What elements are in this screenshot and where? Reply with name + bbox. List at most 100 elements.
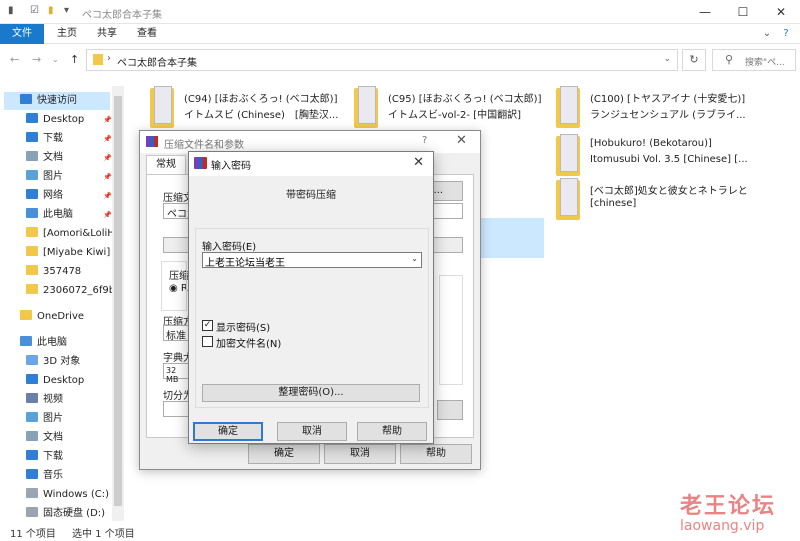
sidebar-item-label: 文档: [43, 432, 63, 443]
chevron-down-icon[interactable]: ⌄: [663, 54, 671, 64]
window-title: ペコ太郎合本子集: [82, 10, 162, 21]
dict-select[interactable]: 32 MB: [163, 363, 189, 384]
pin-icon[interactable]: 📌: [103, 168, 112, 186]
navigation-pane: 快速访问 Desktop 📌 下载 📌 文档 📌 图片 📌 网络 📌 此电脑 📌 [Aomori&Loli…: [0, 86, 124, 521]
cube-icon: [26, 355, 38, 365]
encrypt-names-checkbox[interactable]: [202, 336, 213, 347]
organize-passwords-button[interactable]: 整理密码(O)...: [202, 384, 420, 402]
sidebar-item-label: 视频: [43, 394, 63, 405]
ok-button[interactable]: 确定: [193, 422, 263, 441]
file-item[interactable]: [Hobukuro! (Bekotarou)] Itomusubi Vol. 3.…: [556, 134, 752, 182]
checkbox-icon[interactable]: ☑: [30, 5, 39, 16]
sidebar-item[interactable]: 文档: [20, 429, 112, 447]
forward-icon[interactable]: →: [32, 53, 41, 66]
close-button[interactable]: ✕: [766, 2, 796, 22]
sidebar-item[interactable]: 下载 📌: [20, 130, 112, 148]
folder-icon: [26, 284, 38, 294]
chevron-down-icon[interactable]: ▾: [64, 5, 69, 16]
sidebar-item-label: Desktop: [43, 114, 85, 125]
set-password-button[interactable]: [437, 400, 463, 420]
maximize-button[interactable]: ☐: [728, 2, 758, 22]
close-icon[interactable]: ✕: [456, 133, 467, 148]
sidebar-item-label: 3D 对象: [43, 356, 81, 367]
tab-share[interactable]: 共享: [90, 24, 124, 44]
nav-scrollbar[interactable]: [112, 86, 124, 521]
sidebar-item[interactable]: 视频: [20, 391, 112, 409]
scrollbar-thumb[interactable]: [114, 96, 122, 506]
dict-value: 32 MB: [166, 366, 179, 384]
password-input[interactable]: 上老王论坛当老王 ⌄: [202, 252, 422, 269]
up-icon[interactable]: ↑: [70, 53, 79, 66]
sidebar-item[interactable]: 此电脑: [14, 334, 112, 352]
sidebar-item[interactable]: 2306072_6f9b3: [20, 282, 112, 300]
sidebar-item[interactable]: 此电脑 📌: [20, 206, 112, 224]
sidebar-item[interactable]: 网络 📌: [20, 187, 112, 205]
pin-icon[interactable]: 📌: [103, 130, 112, 148]
file-item[interactable]: (C100) [トヤスアイナ (十安愛七)] ランジュセンシュアル (ラブライ..…: [556, 86, 752, 134]
tab-view[interactable]: 查看: [130, 24, 164, 44]
ribbon-expand-icon[interactable]: ⌄: [760, 24, 774, 44]
back-icon[interactable]: ←: [10, 53, 19, 66]
chevron-down-icon[interactable]: ⌄: [411, 254, 418, 263]
cancel-button[interactable]: 取消: [277, 422, 347, 441]
help-button[interactable]: 帮助: [400, 444, 472, 464]
folder-icon: ▮: [8, 5, 14, 16]
sidebar-item-label: 此电脑: [37, 337, 67, 348]
sidebar-item[interactable]: 3D 对象: [20, 353, 112, 371]
folder-icon: [26, 246, 38, 256]
split-input[interactable]: [163, 401, 189, 417]
sidebar-item-label: [Miyabe Kiwi] F: [43, 247, 112, 258]
file-item[interactable]: [ベコ太郎]処女と彼女とネトラレと [chinese]: [556, 178, 752, 226]
sidebar-item[interactable]: [Aomori&LoliH: [20, 225, 112, 243]
sidebar-item[interactable]: 357478: [20, 263, 112, 281]
address-bar[interactable]: › ペコ太郎合本子集 ⌄: [86, 49, 678, 71]
close-icon[interactable]: ✕: [413, 155, 424, 170]
file-name-line2: [chinese]: [590, 198, 637, 209]
file-item[interactable]: (C94) [ほおぶくろっ! (ベコ太郎)] イトムスビ (Chinese) [胸…: [150, 86, 346, 134]
dialog-title: 输入密码: [211, 161, 251, 172]
sidebar-item[interactable]: 图片: [20, 410, 112, 428]
sidebar-item[interactable]: Desktop: [20, 372, 112, 390]
pin-icon[interactable]: 📌: [103, 206, 112, 224]
ok-button[interactable]: 确定: [248, 444, 320, 464]
help-icon[interactable]: ?: [422, 135, 427, 146]
method-select[interactable]: 标准: [163, 325, 189, 342]
show-password-checkbox[interactable]: ✓: [202, 320, 213, 331]
sidebar-item[interactable]: Windows (C:): [20, 486, 112, 504]
dialog-title: 压缩文件名和参数: [164, 140, 244, 151]
sidebar-item[interactable]: 下载: [20, 448, 112, 466]
sidebar-item[interactable]: [Miyabe Kiwi] F: [20, 244, 112, 262]
recent-chevron-icon[interactable]: ⌄: [52, 55, 59, 64]
cancel-button[interactable]: 取消: [324, 444, 396, 464]
tab-home[interactable]: 主页: [50, 24, 84, 44]
sidebar-item[interactable]: 音乐: [20, 467, 112, 485]
computer-icon: [20, 336, 32, 346]
sidebar-item[interactable]: 快速访问: [4, 92, 110, 110]
sidebar-item[interactable]: OneDrive: [14, 308, 112, 326]
pin-icon[interactable]: 📌: [103, 111, 112, 129]
refresh-button[interactable]: ↻: [682, 49, 706, 71]
search-input[interactable]: ⚲ 搜索"ペ...: [712, 49, 796, 71]
dialog-header: 压缩文件名和参数 ? ✕: [140, 131, 480, 153]
pin-icon[interactable]: 📌: [103, 187, 112, 205]
desktop-icon: [26, 113, 38, 123]
folder-icon[interactable]: ▮: [48, 5, 54, 16]
sidebar-item-label: 此电脑: [43, 209, 73, 220]
watermark: 老王论坛 laowang.vip: [680, 488, 776, 534]
sidebar-item[interactable]: 图片 📌: [20, 168, 112, 186]
tab-general[interactable]: 常规: [146, 155, 186, 175]
pin-icon[interactable]: 📌: [103, 149, 112, 167]
breadcrumb[interactable]: ペコ太郎合本子集: [117, 54, 197, 69]
folder-thumbnail-icon: [556, 134, 580, 176]
help-icon[interactable]: ?: [778, 24, 794, 44]
file-name-line2: イトムスビ (Chinese) [胸垫汉...: [184, 110, 339, 121]
sidebar-item[interactable]: 文档 📌: [20, 149, 112, 167]
sidebar-item[interactable]: Desktop 📌: [20, 111, 112, 129]
file-item[interactable]: (C95) [ほおぶくろっ! (ベコ太郎)] イトムスビ-vol-2- [中国翻訳…: [354, 86, 550, 134]
folder-thumbnail-icon: [354, 86, 378, 128]
winrar-icon: [194, 157, 207, 169]
download-icon: [26, 450, 38, 460]
help-button[interactable]: 帮助: [357, 422, 427, 441]
minimize-button[interactable]: —: [690, 2, 720, 22]
folder-thumbnail-icon: [150, 86, 174, 128]
